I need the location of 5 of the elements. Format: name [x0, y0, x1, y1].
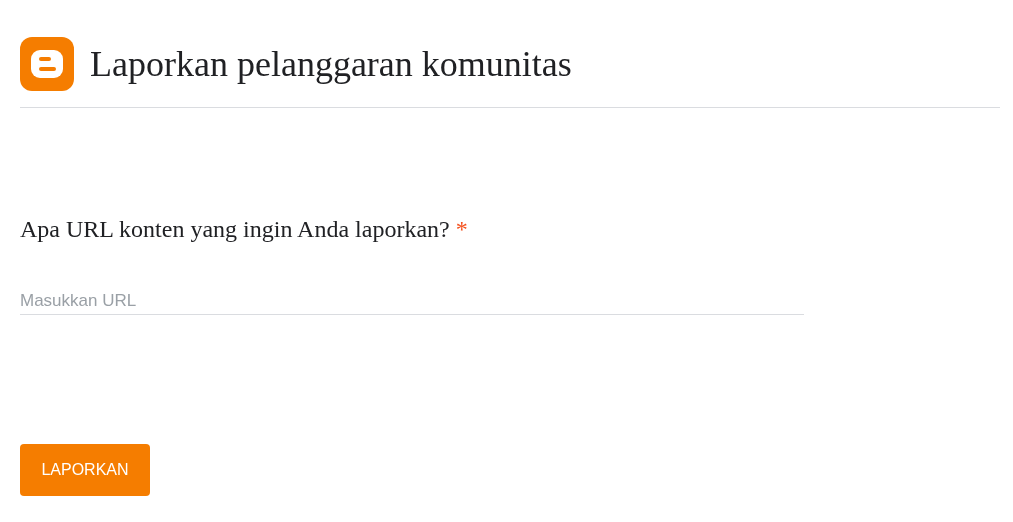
logo-icon [20, 37, 74, 91]
page-title: Laporkan pelanggaran komunitas [90, 46, 572, 82]
url-input-field[interactable]: Masukkan URL [20, 287, 804, 315]
question-label: Apa URL konten yang ingin Anda laporkan? * [20, 215, 469, 244]
report-button[interactable]: LAPORKAN [20, 444, 150, 496]
